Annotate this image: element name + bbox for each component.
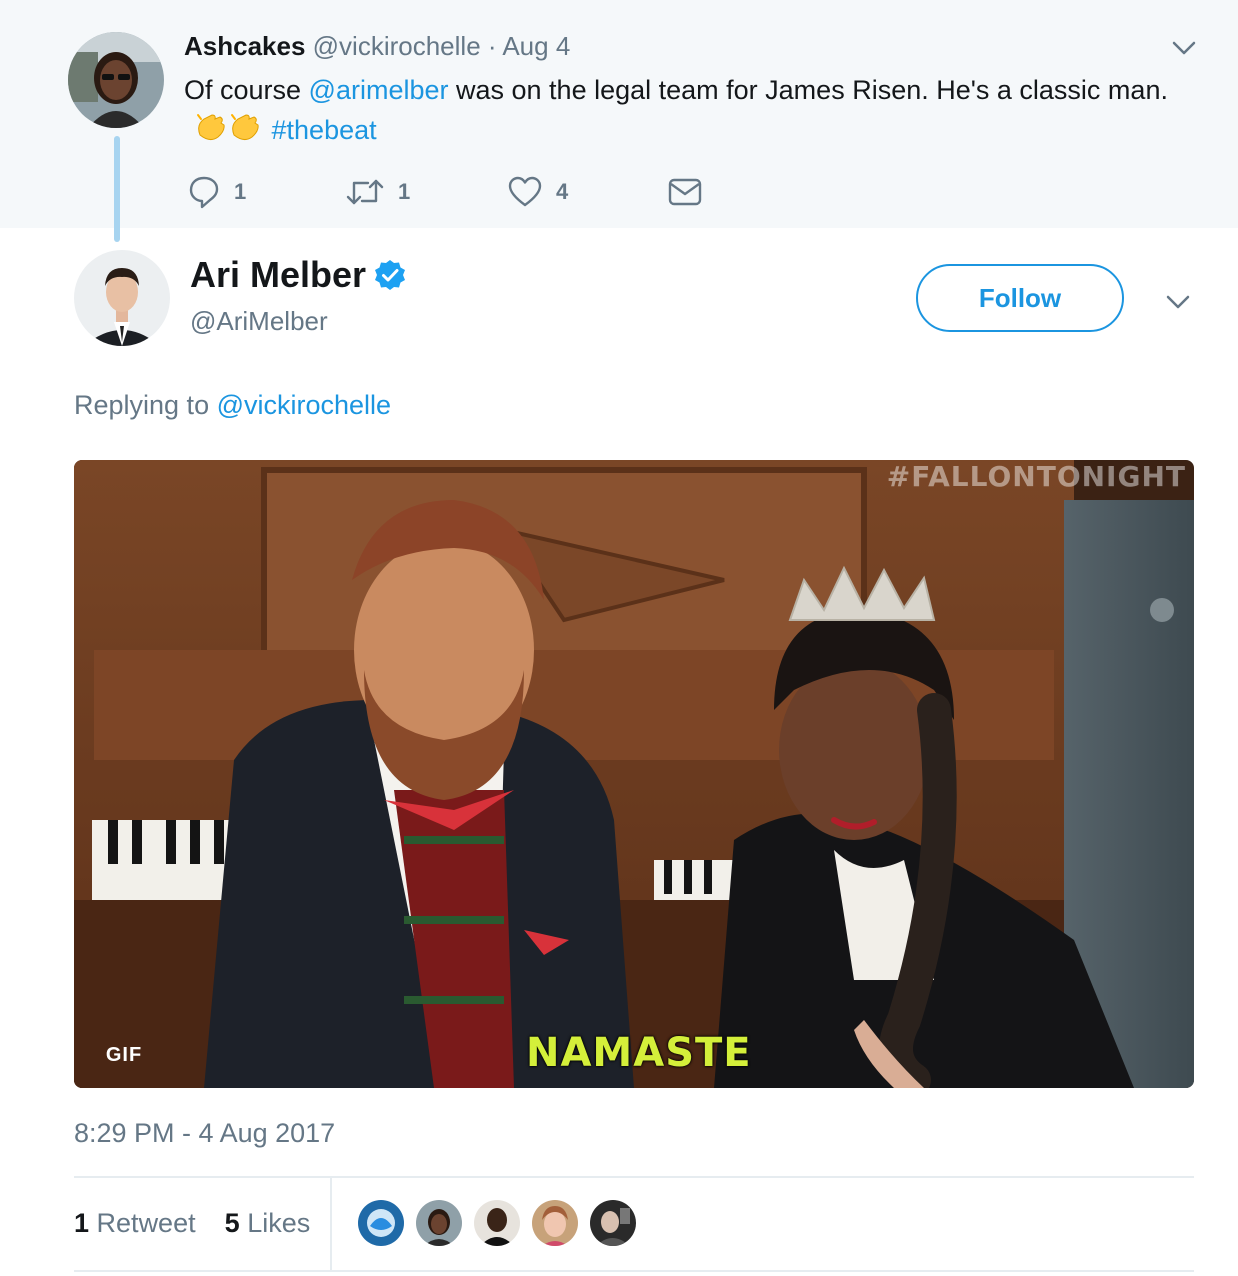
reply-count: 1: [234, 179, 247, 204]
retweets-count: 1: [74, 1208, 90, 1238]
reply-icon: [189, 176, 219, 209]
tweet-stats: 1 Retweet 5 Likes: [74, 1206, 310, 1240]
parent-hashtag-link[interactable]: #thebeat: [272, 115, 377, 145]
likes-label: Likes: [247, 1208, 311, 1238]
gif-badge: GIF: [105, 1043, 143, 1066]
tweet-chevron-down-icon[interactable]: [1164, 290, 1192, 314]
reply-action[interactable]: 1: [188, 172, 246, 212]
parent-mention-link[interactable]: @arimelber: [309, 75, 449, 105]
parent-date[interactable]: Aug 4: [502, 31, 570, 61]
ashcakes-avatar[interactable]: [68, 32, 164, 128]
heart-icon: [508, 176, 542, 207]
retweet-icon: [346, 179, 384, 205]
stats-divider-top: [74, 1176, 1194, 1178]
thread-connector-line: [114, 136, 120, 242]
gif-watermark: #FALLONTONIGHT: [886, 460, 1186, 493]
liker-avatar[interactable]: [472, 1198, 522, 1248]
parent-tweet-header: Ashcakes @vickirochelle · Aug 4: [184, 30, 570, 62]
tweet-author-name[interactable]: Ari Melber: [190, 252, 366, 298]
direct-message-action[interactable]: [668, 172, 702, 212]
verified-badge-icon: [375, 260, 406, 290]
gif-caption: NAMASTE: [526, 1030, 752, 1076]
parent-chevron-down-icon[interactable]: [1170, 36, 1198, 60]
tweet-author-handle[interactable]: @AriMelber: [190, 304, 328, 338]
like-count: 4: [556, 179, 569, 204]
replying-to-line: Replying to @vickirochelle: [74, 388, 391, 422]
parent-text-before: Of course: [184, 75, 309, 105]
parent-text-after: was on the legal team for James Risen. H…: [448, 75, 1168, 105]
clapping-hands-icon: [194, 111, 262, 154]
tweet-gif-media[interactable]: #FALLONTONIGHT GIF NAMASTE: [74, 460, 1194, 1088]
ari-melber-avatar[interactable]: [74, 250, 170, 346]
stats-separator: [330, 1178, 332, 1270]
gif-still-image: [74, 460, 1194, 1088]
stats-divider-bottom: [74, 1270, 1194, 1272]
parent-author-name[interactable]: Ashcakes: [184, 31, 305, 61]
retweet-count: 1: [398, 179, 411, 204]
retweets-stat[interactable]: 1 Retweet: [74, 1208, 196, 1238]
like-action[interactable]: 4: [508, 172, 568, 212]
liker-avatar[interactable]: [414, 1198, 464, 1248]
likes-count: 5: [224, 1208, 240, 1238]
liker-avatar[interactable]: [588, 1198, 638, 1248]
parent-tweet-text: Of course @arimelber was on the legal te…: [184, 70, 1174, 154]
retweet-action[interactable]: 1: [346, 172, 410, 212]
retweets-label: Retweet: [96, 1208, 196, 1238]
liker-avatar[interactable]: [356, 1198, 406, 1248]
parent-tweet[interactable]: Ashcakes @vickirochelle · Aug 4 Of cours…: [0, 0, 1238, 228]
replying-to-handle-link[interactable]: @vickirochelle: [217, 390, 391, 420]
follow-button[interactable]: Follow: [916, 264, 1124, 332]
tweet-author-name-row: Ari Melber: [190, 252, 406, 298]
parent-author-handle[interactable]: @vickirochelle: [313, 31, 481, 61]
replying-to-label: Replying to: [74, 390, 217, 420]
envelope-icon: [668, 178, 702, 206]
likes-stat[interactable]: 5 Likes: [225, 1208, 311, 1238]
tweet-timestamp[interactable]: 8:29 PM - 4 Aug 2017: [74, 1116, 335, 1150]
parent-meta-separator: ·: [480, 31, 503, 61]
liker-avatar[interactable]: [530, 1198, 580, 1248]
